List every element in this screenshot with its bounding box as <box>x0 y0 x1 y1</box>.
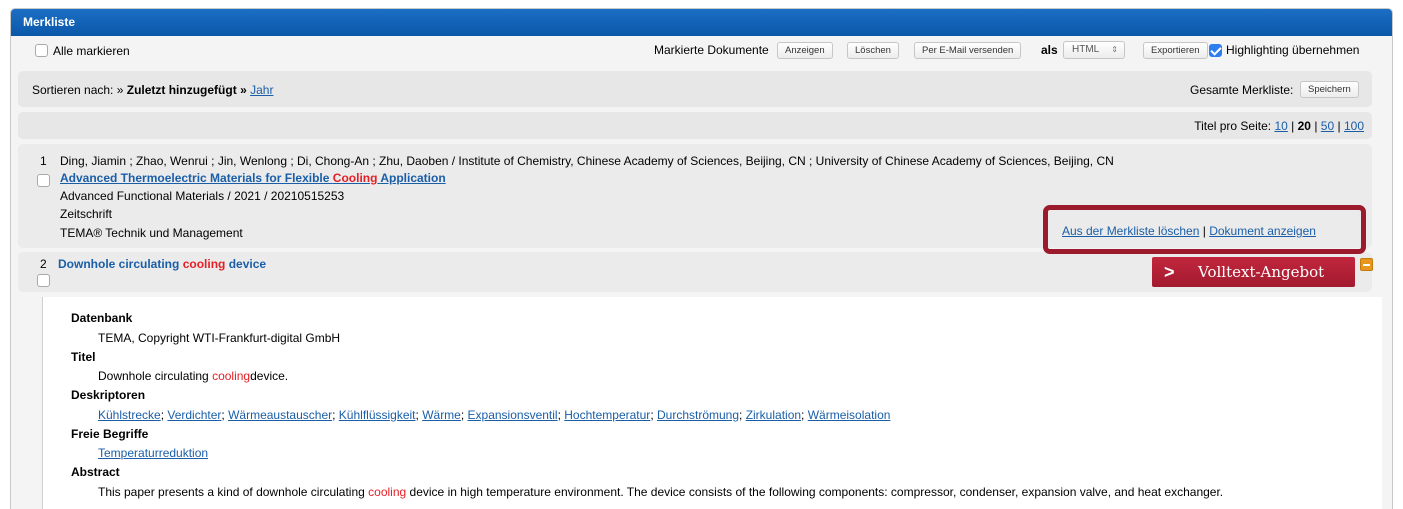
abstract-text: This paper presents a kind of downhole c… <box>98 485 1223 499</box>
format-select[interactable]: HTML ⇕ <box>1063 41 1125 59</box>
sort-label: Sortieren nach: » Zuletzt hinzugefügt » … <box>32 83 273 97</box>
per-page-20: 20 <box>1297 119 1311 133</box>
minus-square-icon[interactable] <box>1360 258 1373 271</box>
als-label: als <box>1041 43 1058 57</box>
descriptor-link[interactable]: Wärmeisolation <box>808 408 891 422</box>
document-detail: Datenbank TEMA, Copyright WTI-Frankfurt-… <box>42 297 1382 509</box>
per-page-sep: | <box>1337 119 1341 133</box>
up-down-arrows-icon: ⇕ <box>1111 45 1118 54</box>
abstract-highlight: cooling <box>368 485 407 499</box>
per-page-100[interactable]: 100 <box>1344 119 1364 133</box>
title-label: Titel <box>71 350 96 364</box>
item-authors: Ding, Jiamin ; Zhao, Wenrui ; Jin, Wenlo… <box>60 154 1114 168</box>
item-title-text: Downhole circulating <box>58 257 180 271</box>
delete-marked-button[interactable]: Löschen <box>847 42 899 59</box>
free-terms-label: Freie Begriffe <box>71 427 149 441</box>
item-title-highlight: Cooling <box>332 171 378 185</box>
descriptor-separator: ; <box>332 408 339 422</box>
descriptor-link[interactable]: Kühlstrecke <box>98 408 161 422</box>
item-number: 2 <box>40 257 47 271</box>
sort-year-link[interactable]: Jahr <box>250 83 273 97</box>
per-page-sep: | <box>1291 119 1295 133</box>
descriptor-link[interactable]: Wärme <box>422 408 461 422</box>
descriptor-separator: ; <box>801 408 808 422</box>
toolbar: Alle markieren Markierte Dokumente Anzei… <box>11 36 1392 64</box>
sort-bar: Sortieren nach: » Zuletzt hinzugefügt » … <box>18 71 1372 107</box>
email-button[interactable]: Per E-Mail versenden <box>914 42 1022 59</box>
per-page-bar: Titel pro Seite: 10 | 20 | 50 | 100 <box>18 112 1372 139</box>
chevron-right-icon: > <box>1164 262 1175 282</box>
descriptors-list: Kühlstrecke; Verdichter; Wärmeaustausche… <box>98 408 890 422</box>
panel-title: Merkliste <box>11 9 1392 36</box>
descriptor-separator: ; <box>650 408 657 422</box>
format-select-value: HTML <box>1072 44 1100 55</box>
descriptor-separator: ; <box>739 408 746 422</box>
marked-documents-label: Markierte Dokumente <box>654 43 769 57</box>
descriptor-link[interactable]: Expansionsventil <box>468 408 558 422</box>
abstract-body: This paper presents a kind of downhole c… <box>98 485 365 499</box>
item-doctype: Zeitschrift <box>60 207 113 221</box>
descriptor-link[interactable]: Durchströmung <box>657 408 739 422</box>
descriptor-link[interactable]: Zirkulation <box>746 408 801 422</box>
full-text-offer-button[interactable]: > Volltext-Angebot <box>1152 257 1355 287</box>
descriptor-link[interactable]: Wärmeaustauscher <box>228 408 332 422</box>
item-title-link[interactable]: Advanced Thermoelectric Materials for Fl… <box>60 171 446 185</box>
per-page-10[interactable]: 10 <box>1274 119 1287 133</box>
database-value: TEMA, Copyright WTI-Frankfurt-digital Gm… <box>98 331 341 345</box>
item-title-text: Application <box>380 171 446 185</box>
sort-prefix: Sortieren nach: » <box>32 83 124 97</box>
select-all-label: Alle markieren <box>53 44 130 58</box>
title-text: Downhole circulating <box>98 369 209 383</box>
highlighting-label: Highlighting übernehmen <box>1226 43 1360 57</box>
descriptor-link[interactable]: Verdichter <box>167 408 221 422</box>
whole-list-label: Gesamte Merkliste: <box>1190 83 1294 97</box>
title-value: Downhole circulating coolingdevice. <box>98 369 288 383</box>
descriptor-separator: ; <box>460 408 468 422</box>
descriptor-link[interactable]: Kühlflüssigkeit <box>339 408 416 422</box>
item-source: Advanced Functional Materials / 2021 / 2… <box>60 189 345 203</box>
save-list-button[interactable]: Speichern <box>1300 81 1359 98</box>
show-button[interactable]: Anzeigen <box>777 42 833 59</box>
free-terms-list: Temperaturreduktion <box>98 446 208 460</box>
abstract-label: Abstract <box>71 465 120 479</box>
sort-separator: » <box>240 83 247 97</box>
descriptors-label: Deskriptoren <box>71 388 146 402</box>
export-button[interactable]: Exportieren <box>1143 42 1208 59</box>
sort-active: Zuletzt hinzugefügt <box>126 83 237 97</box>
item-checkbox[interactable] <box>37 174 50 187</box>
full-text-offer-label: Volltext-Angebot <box>1198 263 1325 281</box>
free-term-link[interactable]: Temperaturreduktion <box>98 446 208 460</box>
item-checkbox[interactable] <box>37 274 50 287</box>
highlighting-checkbox[interactable] <box>1209 44 1222 57</box>
database-label: Datenbank <box>71 311 133 325</box>
item-title-highlight: cooling <box>182 257 226 271</box>
per-page-controls: Titel pro Seite: 10 | 20 | 50 | 100 <box>1194 119 1364 133</box>
item-title-text: Advanced Thermoelectric Materials for Fl… <box>60 171 330 185</box>
abstract-body: device in high temperature environment. … <box>409 485 1224 499</box>
highlight-frame <box>1043 205 1366 254</box>
item-number: 1 <box>40 154 47 168</box>
item-title-link[interactable]: Downhole circulating cooling device <box>58 257 266 271</box>
per-page-50[interactable]: 50 <box>1321 119 1334 133</box>
descriptor-link[interactable]: Hochtemperatur <box>564 408 650 422</box>
per-page-sep: | <box>1314 119 1318 133</box>
item-title-text: device <box>228 257 267 271</box>
title-text: device. <box>250 369 289 383</box>
per-page-label: Titel pro Seite: <box>1194 119 1272 133</box>
item-database: TEMA® Technik und Management <box>60 226 243 240</box>
title-highlight: cooling <box>212 369 251 383</box>
select-all-checkbox[interactable] <box>35 44 48 57</box>
